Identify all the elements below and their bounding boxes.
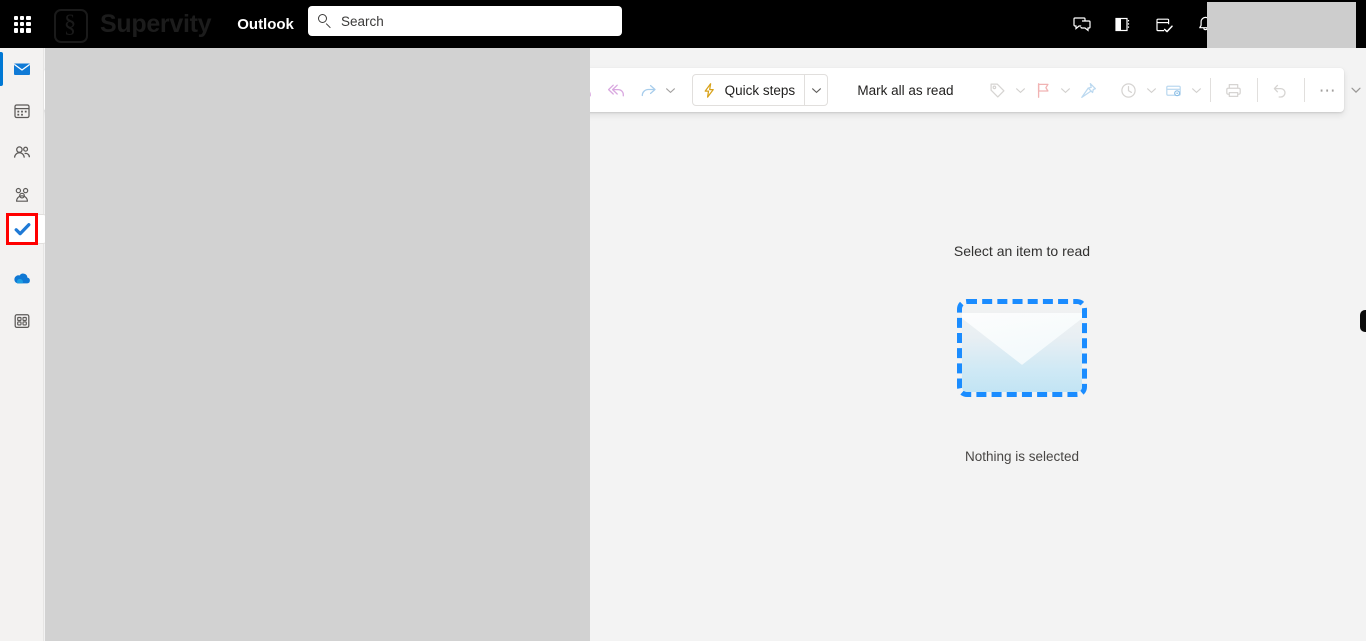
- lightning-bolt-icon: [704, 82, 714, 98]
- categorize-caret-icon[interactable]: [1014, 74, 1027, 106]
- quick-steps-label: Quick steps: [724, 82, 796, 98]
- search-input[interactable]: Search: [308, 6, 622, 36]
- flag-caret-icon[interactable]: [1059, 74, 1072, 106]
- app-name: Outlook: [237, 15, 294, 33]
- toolbar-divider-2: [1209, 78, 1211, 102]
- toolbar-expand-caret-icon[interactable]: [1346, 80, 1366, 100]
- print-icon: [1226, 83, 1242, 97]
- tag-icon: [990, 82, 1005, 98]
- search-icon: [318, 14, 332, 28]
- mail-icon: [13, 63, 31, 75]
- sidebar-item-groups[interactable]: [0, 174, 44, 216]
- mark-all-as-read-button[interactable]: Mark all as read: [846, 74, 958, 106]
- reading-pane-subtitle: Nothing is selected: [964, 449, 1080, 464]
- calendar-icon: [14, 104, 30, 119]
- pin-button[interactable]: [1072, 74, 1104, 106]
- cloud-icon: [14, 273, 30, 284]
- annotation-highlight-todo: [6, 213, 38, 245]
- apps-grid-icon: [14, 314, 30, 329]
- annotated-todo-icon-copy[interactable]: [9, 216, 35, 242]
- more-icon: ⋯: [1318, 80, 1338, 100]
- pin-icon: [1081, 82, 1096, 98]
- dashed-envelope-placeholder-icon: [957, 299, 1087, 397]
- supervity-s-logo-icon: §: [50, 7, 90, 43]
- more-options-button[interactable]: ⋯: [1312, 74, 1344, 106]
- office-notes-icon[interactable]: [1103, 0, 1144, 48]
- app-launcher-button[interactable]: [0, 0, 44, 48]
- checkmark-icon: [14, 222, 30, 235]
- categorize-button[interactable]: [982, 74, 1014, 106]
- waffle-grid-icon: [13, 15, 31, 33]
- undo-icon: [1274, 84, 1287, 98]
- quick-steps-caret-icon[interactable]: [805, 75, 827, 105]
- reading-pane-title: Select an item to read: [953, 243, 1091, 259]
- search-placeholder: Search: [341, 13, 384, 29]
- teams-chat-icon[interactable]: [1062, 0, 1103, 48]
- forward-caret-icon[interactable]: [664, 74, 677, 106]
- sidebar-item-apps[interactable]: [0, 300, 44, 342]
- forward-icon: [641, 84, 656, 96]
- reply-all-button[interactable]: [600, 74, 632, 106]
- brand-name: Supervity: [100, 9, 212, 38]
- reading-pane-empty-state: Select an item to read Nothing is select…: [590, 243, 1366, 573]
- people-icon: [13, 146, 31, 158]
- tasks-checkmark-icon[interactable]: [1144, 0, 1185, 48]
- rules-button[interactable]: [1158, 74, 1190, 106]
- flag-button[interactable]: [1027, 74, 1059, 106]
- snooze-button[interactable]: [1112, 74, 1144, 106]
- undo-button[interactable]: [1265, 74, 1297, 106]
- brand-logo[interactable]: § Supervity: [44, 0, 212, 48]
- top-header-bar: § Supervity Outlook Search: [0, 0, 1366, 48]
- quick-steps-split-button: Quick steps: [691, 74, 829, 106]
- sidebar-item-people[interactable]: [0, 132, 44, 174]
- rules-icon: [1166, 85, 1181, 96]
- print-button[interactable]: [1218, 74, 1250, 106]
- profile-area-cover: [1207, 2, 1356, 48]
- snooze-caret-icon[interactable]: [1144, 74, 1157, 106]
- sidebar-item-onedrive[interactable]: [0, 258, 44, 300]
- toolbar-divider-4: [1303, 78, 1305, 102]
- rules-caret-icon[interactable]: [1190, 74, 1203, 106]
- mark-all-as-read-label: Mark all as read: [857, 82, 954, 98]
- clock-icon: [1121, 82, 1136, 98]
- sidebar-item-calendar[interactable]: [0, 90, 44, 132]
- message-list-loading-panel: [45, 33, 590, 641]
- forward-button[interactable]: [632, 74, 664, 106]
- groups-icon: [15, 187, 29, 202]
- flag-icon: [1037, 82, 1049, 98]
- app-rail: [0, 48, 44, 641]
- toolbar-divider-3: [1256, 78, 1258, 102]
- pane-edge-handle-right[interactable]: [1360, 310, 1366, 332]
- quick-steps-button[interactable]: Quick steps: [693, 75, 805, 105]
- sidebar-item-mail[interactable]: [0, 48, 44, 90]
- reply-all-icon: [607, 84, 624, 96]
